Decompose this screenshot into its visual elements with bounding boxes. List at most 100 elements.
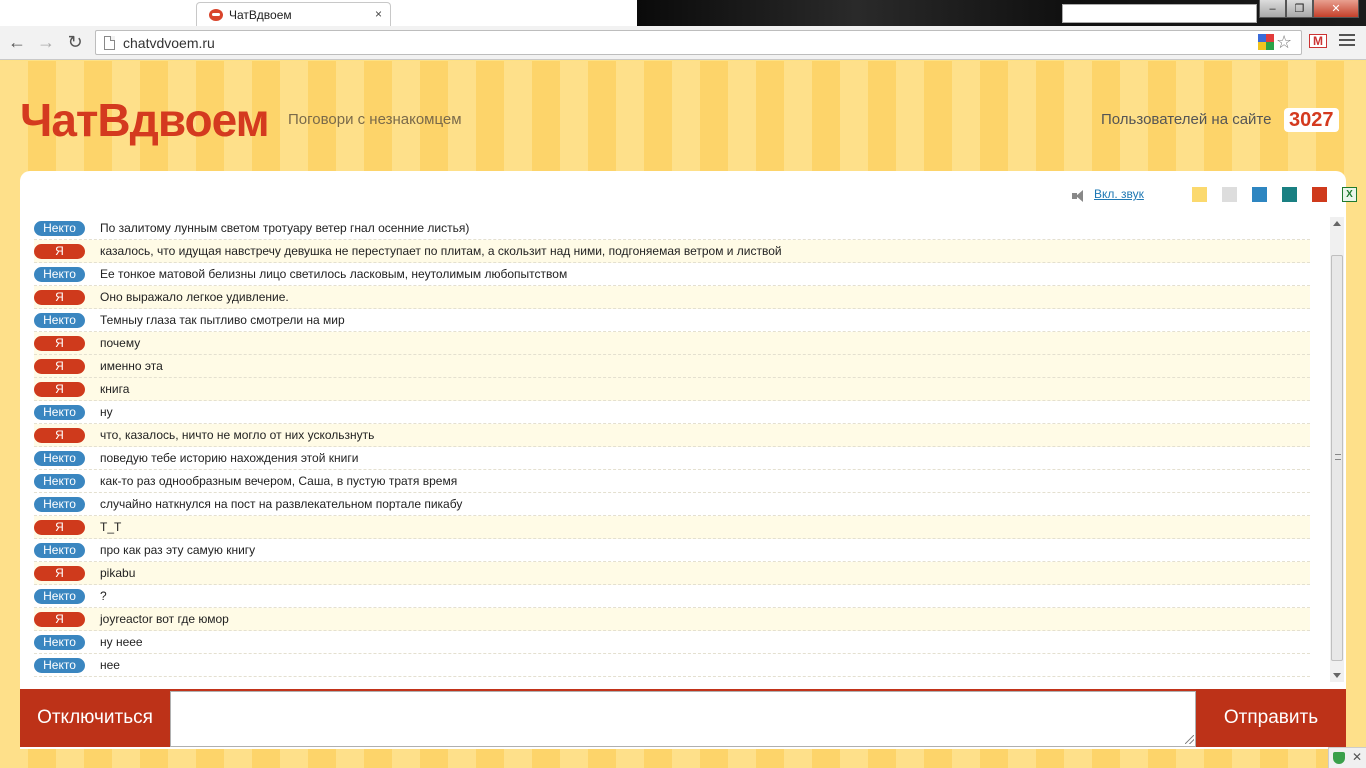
page-content: ЧатВдвоем Поговори с незнакомцем Пользов… (0, 61, 1366, 768)
site-logo[interactable]: ЧатВдвоем (20, 93, 270, 147)
message-row: Яказалось, что идущая навстречу девушка … (34, 240, 1310, 263)
message-text: именно эта (100, 359, 163, 373)
message-row: Яpikabu (34, 562, 1310, 585)
message-row: Япочему (34, 332, 1310, 355)
message-text: pikabu (100, 566, 136, 580)
message-row: Некто Ее тонкое матовой белизны лицо свет… (34, 263, 1310, 286)
scroll-up-icon[interactable] (1333, 221, 1341, 226)
author-badge: Некто (34, 635, 85, 650)
message-text: ну неее (100, 635, 143, 649)
shield-icon (1333, 752, 1345, 764)
menu-icon[interactable] (1339, 32, 1355, 48)
maximize-button[interactable]: ❐ (1286, 0, 1313, 18)
message-row: Некто ну неее (34, 631, 1310, 654)
send-button[interactable]: Отправить (1196, 689, 1346, 747)
message-row: Некто про как раз эту самую книгу (34, 539, 1310, 562)
forward-button[interactable]: → (36, 32, 56, 52)
page-icon (104, 35, 115, 50)
message-row: Некто как-то раз однообразным вечером, Са… (34, 470, 1310, 493)
chat-panel: Вкл. звук X Некто По залитому лунным свет… (20, 171, 1357, 749)
theme-swatch-teal[interactable] (1282, 187, 1297, 202)
author-badge: Некто (34, 589, 85, 604)
message-row: Некто По залитому лунным светом тротуару … (34, 217, 1310, 240)
theme-swatch-gray[interactable] (1222, 187, 1237, 202)
chat-favicon-icon (209, 8, 223, 21)
message-text: про как раз эту самую книгу (100, 543, 256, 557)
back-button[interactable]: ← (7, 32, 27, 52)
bookmark-star-icon[interactable]: ☆ (1276, 33, 1292, 51)
message-row: Некто Темныу глаза так пытливо смотрели н… (34, 309, 1310, 332)
taskbar-field (1062, 4, 1257, 23)
excel-export-icon[interactable]: X (1342, 187, 1357, 202)
message-row: Некто нее (34, 654, 1310, 677)
close-window-button[interactable]: ✕ (1313, 0, 1359, 18)
author-badge: Некто (34, 313, 85, 328)
disconnect-button[interactable]: Отключиться (20, 689, 170, 747)
site-tagline: Поговори с незнакомцем (288, 111, 462, 128)
author-badge: Некто (34, 658, 85, 673)
message-text: почему (100, 336, 141, 350)
message-row: Некто? (34, 585, 1310, 608)
reload-button[interactable]: ↻ (65, 32, 85, 52)
message-text: Оно выражало легкое удивление. (100, 290, 289, 304)
address-bar[interactable]: chatvdvoem.ru ☆ (95, 30, 1302, 55)
status-widget: ✕ (1328, 747, 1366, 768)
gmail-icon[interactable]: M (1309, 34, 1327, 48)
author-badge: Некто (34, 497, 85, 512)
message-row: Якнига (34, 378, 1310, 401)
tab-close-icon[interactable]: × (375, 7, 382, 21)
author-badge: Некто (34, 267, 85, 282)
message-text: как-то раз однообразным вечером, Саша, в… (100, 474, 458, 488)
window-controls: ‒ ❐ ✕ (1259, 0, 1359, 18)
message-text: Ее тонкое матовой белизны лицо светилось… (100, 267, 568, 281)
message-text: joyreactor вот где юмор (100, 612, 229, 626)
close-icon[interactable]: ✕ (1352, 750, 1362, 764)
browser-tab[interactable]: ЧатВдвоем × (196, 2, 391, 26)
author-badge: Некто (34, 474, 85, 489)
author-badge: Я (34, 244, 85, 259)
author-badge: Некто (34, 405, 85, 420)
author-badge: Некто (34, 221, 85, 236)
message-row: Я Т_Т (34, 516, 1310, 539)
extension-icon[interactable] (1258, 34, 1274, 50)
message-list: Некто По залитому лунным светом тротуару … (34, 217, 1310, 677)
input-bar: Отключиться Отправить (20, 689, 1346, 747)
message-row: Я Оно выражало легкое удивление. (34, 286, 1310, 309)
message-row: Яjoyreactor вот где юмор (34, 608, 1310, 631)
url-text: chatvdvoem.ru (123, 34, 215, 51)
message-input[interactable] (170, 691, 1196, 747)
browser-toolbar: ← → ↻ chatvdvoem.ru ☆ M (0, 26, 1366, 60)
message-row: Некто ну (34, 401, 1310, 424)
theme-swatch-yellow[interactable] (1192, 187, 1207, 202)
resize-grip-icon[interactable] (1185, 735, 1194, 744)
message-text: ? (100, 589, 107, 603)
online-users-count: 3027 (1284, 108, 1339, 132)
message-row: Яименно эта (34, 355, 1310, 378)
author-badge: Я (34, 612, 85, 627)
author-badge: Я (34, 336, 85, 351)
message-scrollbar[interactable] (1330, 217, 1344, 682)
message-text: нее (100, 658, 120, 672)
scrollbar-thumb[interactable] (1331, 255, 1343, 661)
tab-title: ЧатВдвоем (229, 7, 292, 22)
scroll-down-icon[interactable] (1333, 673, 1341, 678)
message-text: казалось, что идущая навстречу девушка н… (100, 244, 782, 258)
message-row: Некто случайно наткнулся на пост на развл… (34, 493, 1310, 516)
message-text: Т_Т (100, 520, 122, 534)
author-badge: Я (34, 359, 85, 374)
message-text: Темныу глаза так пытливо смотрели на мир (100, 313, 345, 327)
author-badge: Я (34, 566, 85, 581)
author-badge: Некто (34, 451, 85, 466)
theme-swatch-blue[interactable] (1252, 187, 1267, 202)
theme-swatch-red[interactable] (1312, 187, 1327, 202)
sound-toggle-link[interactable]: Вкл. звук (1094, 187, 1144, 201)
online-users-label: Пользователей на сайте (1101, 111, 1272, 128)
message-row: Некто поведую тебе историю нахождения это… (34, 447, 1310, 470)
author-badge: Я (34, 520, 85, 535)
minimize-button[interactable]: ‒ (1259, 0, 1286, 18)
author-badge: Некто (34, 543, 85, 558)
author-badge: Я (34, 290, 85, 305)
author-badge: Я (34, 428, 85, 443)
message-text: поведую тебе историю нахождения этой кни… (100, 451, 359, 465)
message-text: ну (100, 405, 113, 419)
